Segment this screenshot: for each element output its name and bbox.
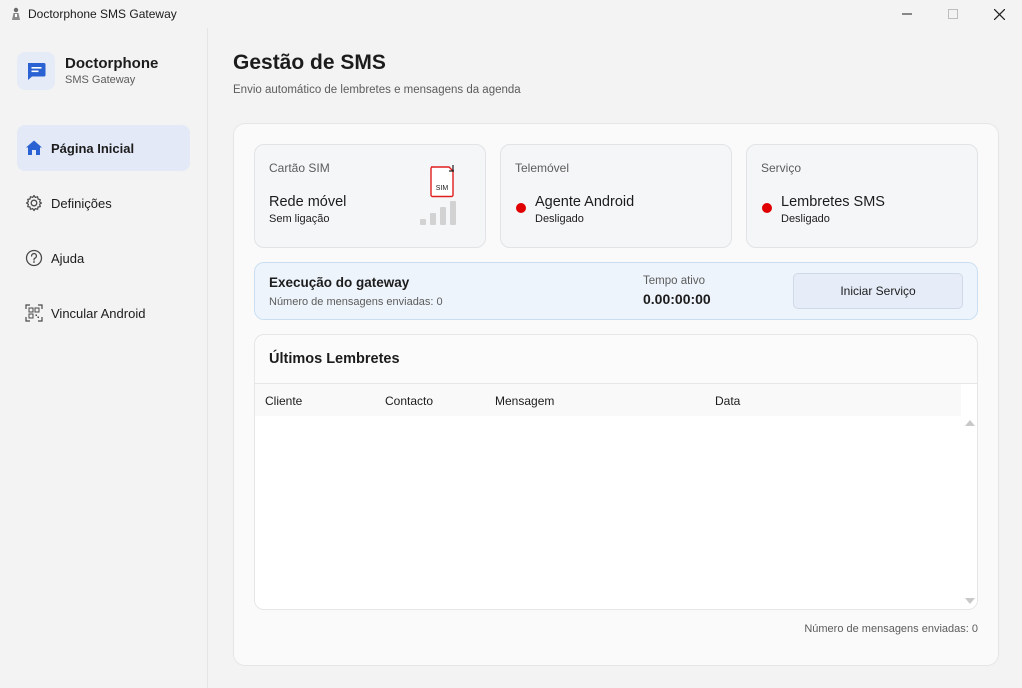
- column-header-client[interactable]: Cliente: [265, 394, 302, 408]
- scroll-down-arrow-icon[interactable]: [965, 598, 975, 604]
- title-bar: Doctorphone SMS Gateway: [0, 0, 1022, 28]
- close-button[interactable]: [976, 0, 1022, 28]
- phone-card-status: Telemóvel Agente Android Desligado: [500, 144, 732, 248]
- sidebar-nav: Página Inicial Definições Ajuda Vincular…: [17, 125, 190, 345]
- service-card-status: Serviço Lembretes SMS Desligado: [746, 144, 978, 248]
- brand-name: Doctorphone: [65, 55, 159, 72]
- sidebar-item-home[interactable]: Página Inicial: [17, 125, 190, 171]
- help-icon: [24, 248, 44, 268]
- gateway-sent-count: Número de mensagens enviadas: 0: [269, 296, 443, 308]
- maximize-button[interactable]: [930, 0, 976, 28]
- uptime-label: Tempo ativo: [643, 275, 706, 287]
- card-status: Sem ligação: [269, 213, 330, 225]
- qr-code-icon: [24, 303, 44, 323]
- page-subtitle: Envio automático de lembretes e mensagen…: [233, 84, 521, 96]
- sim-label: SIM: [436, 185, 449, 192]
- sidebar-item-label: Definições: [51, 195, 112, 211]
- gear-icon: [24, 193, 44, 213]
- sidebar-item-label: Página Inicial: [51, 140, 135, 156]
- minimize-button[interactable]: [884, 0, 930, 28]
- uptime-value: 0.00:00:00: [643, 291, 711, 307]
- column-header-date[interactable]: Data: [715, 394, 740, 408]
- minimize-icon: [902, 13, 912, 15]
- brand-subtitle: SMS Gateway: [65, 74, 136, 86]
- sim-card-status: Cartão SIM Rede móvel Sem ligação SIM: [254, 144, 486, 248]
- home-icon: [24, 138, 44, 158]
- message-icon: [17, 52, 55, 90]
- card-main: Agente Android: [535, 194, 635, 210]
- sidebar: Doctorphone SMS Gateway Página Inicial D…: [0, 28, 208, 688]
- status-dot: [762, 203, 772, 213]
- sim-signal-icon: SIM: [420, 165, 466, 229]
- scroll-up-arrow-icon[interactable]: [965, 420, 975, 426]
- footer-sent-count: Número de mensagens enviadas: 0: [804, 623, 978, 635]
- gateway-execution: Execução do gateway Número de mensagens …: [254, 262, 978, 320]
- sidebar-item-label: Ajuda: [51, 250, 85, 266]
- dashboard-panel: Cartão SIM Rede móvel Sem ligação SIM Te…: [233, 123, 999, 666]
- card-main: Lembretes SMS: [781, 194, 885, 210]
- card-main: Rede móvel: [269, 194, 347, 210]
- reminders-table[interactable]: Cliente Contacto Mensagem Data: [255, 383, 977, 609]
- app-icon: [9, 7, 23, 21]
- card-status: Desligado: [535, 213, 584, 225]
- card-title: Serviço: [761, 161, 802, 175]
- sidebar-item-help[interactable]: Ajuda: [17, 235, 190, 281]
- table-scrollbar[interactable]: [961, 384, 977, 609]
- brand: Doctorphone SMS Gateway: [17, 52, 158, 90]
- table-header: Cliente Contacto Mensagem Data: [255, 384, 961, 416]
- gateway-title: Execução do gateway: [269, 275, 410, 290]
- card-status: Desligado: [781, 213, 830, 225]
- status-dot: [516, 203, 526, 213]
- column-header-message[interactable]: Mensagem: [495, 394, 554, 408]
- close-icon: [993, 8, 1005, 20]
- maximize-icon: [948, 9, 958, 19]
- recent-reminders: Últimos Lembretes Cliente Contacto Mensa…: [254, 334, 978, 610]
- card-title: Cartão SIM: [269, 161, 330, 175]
- window-title: Doctorphone SMS Gateway: [28, 7, 177, 21]
- sidebar-item-link-android[interactable]: Vincular Android: [17, 290, 190, 336]
- sidebar-item-settings[interactable]: Definições: [17, 180, 190, 226]
- page-title: Gestão de SMS: [233, 51, 386, 74]
- sidebar-item-label: Vincular Android: [51, 305, 146, 321]
- reminders-title: Últimos Lembretes: [269, 351, 400, 367]
- column-header-contact[interactable]: Contacto: [385, 394, 433, 408]
- main-content: Gestão de SMS Envio automático de lembre…: [208, 28, 1022, 688]
- start-service-button[interactable]: Iniciar Serviço: [793, 273, 963, 309]
- card-title: Telemóvel: [515, 161, 570, 175]
